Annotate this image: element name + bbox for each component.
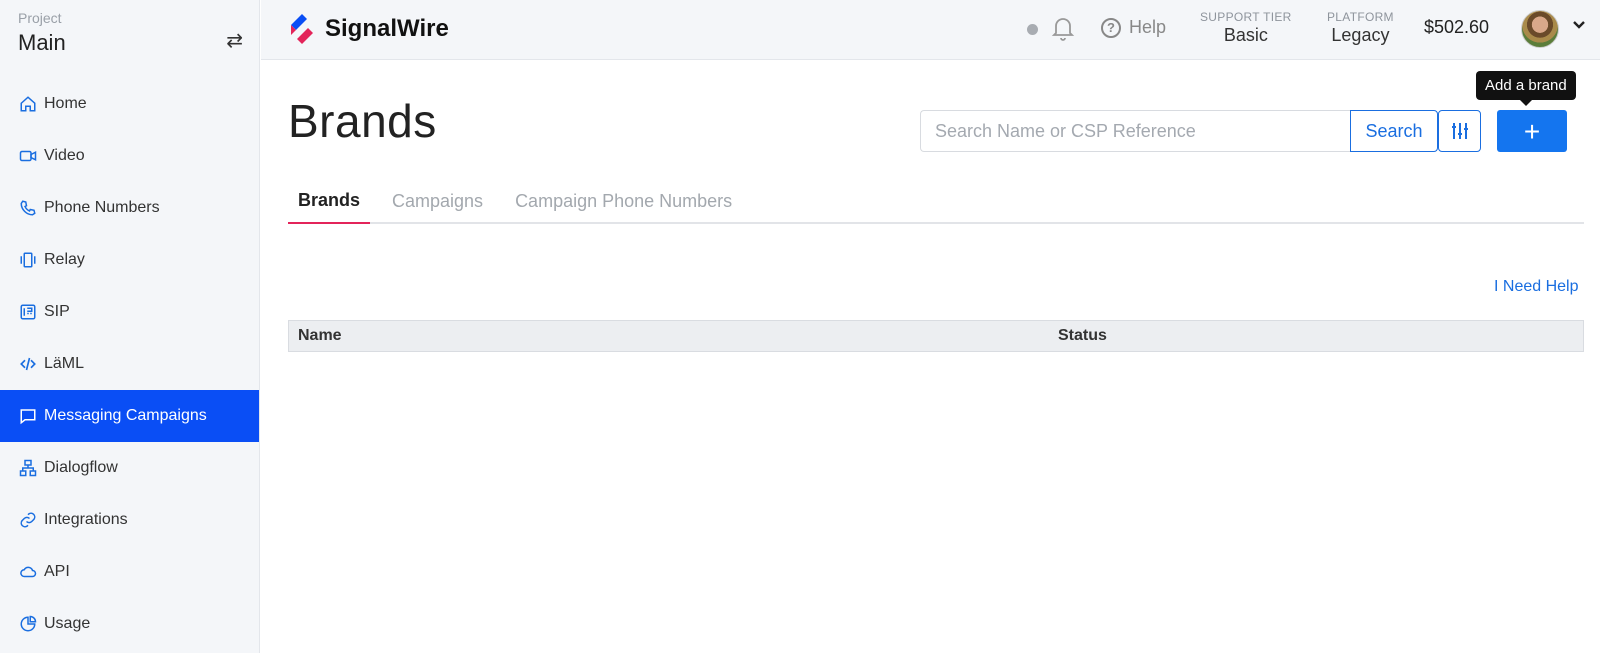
sidebar-item-label: Video: [44, 147, 85, 164]
sidebar-item-label: LäML: [44, 355, 85, 372]
sidebar-item-video[interactable]: Video: [0, 130, 259, 182]
tab-brands[interactable]: Brands: [288, 178, 371, 224]
platform: PLATFORM Legacy: [1327, 10, 1394, 46]
search-group: Search: [920, 110, 1481, 152]
chevron-down-icon[interactable]: [1572, 16, 1586, 37]
search-input[interactable]: [920, 110, 1350, 152]
sidebar-item-api[interactable]: API: [0, 546, 259, 598]
dialogflow-icon: [18, 458, 38, 478]
platform-value: Legacy: [1331, 25, 1390, 45]
sidebar-item-integrations[interactable]: Integrations: [0, 494, 259, 546]
account-balance: $502.60: [1424, 17, 1490, 37]
tabs: Brands Campaigns Campaign Phone Numbers: [288, 178, 1584, 224]
sidebar-item-label: Phone Numbers: [44, 199, 160, 216]
brand-name: SignalWire: [325, 15, 449, 42]
tab-campaign-phone-numbers[interactable]: Campaign Phone Numbers: [505, 178, 742, 224]
sidebar-nav: Home Video Phone Numbers Relay SIP LäML …: [0, 78, 259, 650]
support-tier-label: SUPPORT TIER: [1200, 10, 1292, 24]
cloud-icon: [18, 562, 38, 582]
sidebar-item-sip[interactable]: SIP: [0, 286, 259, 338]
project-name: Main: [18, 30, 66, 55]
sidebar-item-label: Dialogflow: [44, 459, 118, 476]
help-label: Help: [1129, 17, 1167, 37]
page-title: Brands: [288, 95, 437, 147]
top-bar: SignalWire ? Help SUPPORT TIER Basic PLA…: [261, 0, 1600, 60]
filter-button[interactable]: [1438, 110, 1481, 152]
sidebar-item-label: Usage: [44, 615, 91, 632]
home-icon: [18, 94, 38, 114]
question-circle-icon: ?: [1101, 17, 1121, 38]
bell-icon[interactable]: [1051, 15, 1075, 46]
avatar[interactable]: [1521, 10, 1559, 48]
message-icon: [18, 406, 38, 426]
tab-campaigns[interactable]: Campaigns: [382, 178, 493, 224]
sidebar-item-usage[interactable]: Usage: [0, 598, 259, 650]
add-brand-tooltip: Add a brand: [1476, 71, 1576, 106]
sidebar-item-label: Integrations: [44, 511, 128, 528]
pie-chart-icon: [18, 614, 38, 634]
need-help-link[interactable]: I Need Help: [1494, 278, 1579, 296]
signalwire-logo[interactable]: SignalWire: [287, 12, 449, 46]
status-indicator: [1027, 24, 1038, 35]
sidebar-item-messaging-campaigns[interactable]: Messaging Campaigns: [0, 390, 259, 442]
phone-icon: [18, 198, 38, 218]
sidebar-item-laml[interactable]: LäML: [0, 338, 259, 390]
sidebar-item-label: Messaging Campaigns: [44, 407, 207, 424]
column-header-status[interactable]: Status: [1058, 327, 1107, 345]
search-button[interactable]: Search: [1350, 110, 1438, 152]
sidebar-item-phone-numbers[interactable]: Phone Numbers: [0, 182, 259, 234]
platform-label: PLATFORM: [1327, 10, 1394, 24]
project-label: Project: [18, 10, 62, 26]
help-link[interactable]: ? Help: [1101, 17, 1166, 38]
sidebar-item-relay[interactable]: Relay: [0, 234, 259, 286]
sidebar-item-home[interactable]: Home: [0, 78, 259, 130]
sidebar-item-label: API: [44, 563, 70, 580]
support-tier-value: Basic: [1223, 25, 1268, 45]
sidebar-item-label: SIP: [44, 303, 70, 320]
sidebar-item-dialogflow[interactable]: Dialogflow: [0, 442, 259, 494]
sidebar-item-label: Home: [44, 95, 87, 112]
video-icon: [18, 146, 38, 166]
sliders-icon: [1451, 123, 1468, 139]
relay-icon: [18, 250, 38, 270]
table-header: Name Status: [288, 320, 1584, 352]
swap-icon[interactable]: ⇄: [226, 28, 243, 53]
sidebar: Project Main ⇄ Home Video Phone Numbers: [0, 0, 260, 653]
add-brand-button[interactable]: +: [1497, 110, 1567, 152]
sip-icon: [18, 302, 38, 322]
link-icon: [18, 510, 38, 530]
project-switcher[interactable]: Project Main ⇄: [0, 0, 259, 62]
signalwire-logo-icon: [291, 14, 313, 44]
column-header-name[interactable]: Name: [298, 327, 342, 345]
support-tier: SUPPORT TIER Basic: [1200, 10, 1292, 46]
sidebar-item-label: Relay: [44, 251, 85, 268]
code-icon: [18, 354, 38, 374]
